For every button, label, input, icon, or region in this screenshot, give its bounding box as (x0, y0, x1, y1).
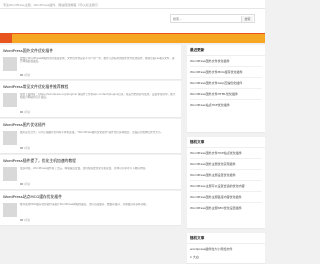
post-item[interactable]: WordPress国外文件优化插件 要想让WordPress网站的访问速度更快，… (0, 45, 181, 80)
post-date: 1周前 (23, 74, 31, 77)
post-date: 1周前 (23, 219, 31, 222)
post-thumbnail[interactable] (3, 57, 17, 71)
main-navigation (0, 33, 265, 43)
divider (187, 243, 265, 244)
post-excerpt: 推荐使用MCG缓存优化插件来提升WordPress网站的速度，支持页面缓存、数据… (20, 203, 149, 206)
sidebar-link[interactable]: WordPress国外主题优化实现插件 (190, 162, 262, 166)
post-thumbnail[interactable] (3, 203, 17, 217)
clock-icon (20, 110, 23, 114)
sidebar-heading: 随机文章 (190, 236, 205, 240)
post-excerpt: 插件下载地址：https://wordpress.org/plugins/ 将插… (20, 93, 176, 100)
post-meta: 1周前 (20, 73, 30, 77)
post-title[interactable]: WordPress常见文件优化插件推荐教程 (3, 84, 68, 90)
sidebar-link[interactable]: WordPress国外文件MCG缓存优化插件 (190, 70, 262, 74)
top-bar: 专注WordPress主题、WordPress插件、网站搭建教程（可以关注我们） (0, 0, 265, 9)
clock-icon (20, 182, 23, 186)
divider (190, 88, 262, 89)
post-meta: 1周前 (20, 218, 30, 222)
sidebar-footer-text: 1 大白 (190, 255, 199, 259)
post-thumbnail[interactable] (3, 167, 17, 181)
divider (187, 147, 265, 148)
sidebar-link[interactable]: WordPress国外文件HCE站点优化插件 (190, 151, 262, 155)
sidebar-link[interactable]: WordPress国外主题设置优化插件 (190, 173, 262, 177)
sidebar-link[interactable]: WordPress国外文件Gzip压缩优化插件 (190, 81, 262, 85)
post-item[interactable]: WordPress常见文件优化插件推荐教程 插件下载地址：https://wor… (0, 81, 181, 118)
post-title[interactable]: WordPress图片优化插件 (3, 122, 46, 128)
post-title[interactable]: WordPress插件提了，优化主机加速的教程 (3, 158, 76, 164)
divider (190, 99, 262, 100)
sidebar-link[interactable]: WordPress站点HCE优化插件 (190, 103, 262, 107)
divider (190, 180, 262, 181)
sidebar-latest: 最近更新 WordPress国外文件优化插件 WordPress国外文件MCG缓… (187, 45, 265, 133)
post-meta: 1周前 (20, 146, 30, 150)
sidebar-link[interactable]: WordPress国外文件HTML优化插件 (190, 92, 262, 96)
divider (190, 169, 262, 170)
post-thumbnail[interactable] (3, 93, 17, 107)
site-tagline: 专注WordPress主题、WordPress插件、网站搭建教程（可以关注我们） (3, 2, 101, 7)
post-title[interactable]: WordPress站点MCG缓存优化插件 (3, 194, 62, 200)
post-excerpt: 要想让WordPress网站的访问速度更快，文件优化也是必不可少的一步，推荐几款… (20, 57, 175, 64)
nav-tab-home[interactable] (0, 34, 12, 43)
post-item[interactable]: WordPress图片优化插件 图片是否过大，可以压缩图片的同时不降低质量。"W… (0, 119, 181, 154)
sidebar-link[interactable]: wordpress插件性大小增加文件 (190, 247, 262, 251)
sidebar-link[interactable]: WordPress国外主题链接内容优化插件 (190, 195, 262, 199)
divider (190, 77, 262, 78)
post-meta: 1周前 (20, 182, 30, 186)
post-excerpt: 图片是否过大，可以压缩图片的同时不降低质量。"WordPress图片优化插件"插… (20, 131, 163, 134)
clock-icon (20, 146, 23, 150)
divider (190, 202, 262, 203)
post-meta: 1周前 (20, 110, 30, 114)
post-list: WordPress国外文件优化插件 要想让WordPress网站的访问速度更快，… (0, 45, 181, 264)
sidebar-heading: 最近更新 (190, 48, 205, 52)
search-box: 搜索 (170, 14, 255, 23)
sidebar-link[interactable]: WordPress主题可以设置合适的优化内容 (190, 184, 262, 188)
post-item[interactable]: WordPress插件提了，优化主机加速的教程 很多时候，WordPress插件… (0, 155, 181, 190)
sidebar-random: 随机文章 WordPress国外文件HCE站点优化插件 WordPress国外主… (187, 137, 265, 229)
sidebar-link[interactable]: WordPress国外主题SEO优化设置插件 (190, 206, 262, 210)
divider (190, 66, 262, 67)
divider (187, 55, 265, 56)
search-button[interactable]: 搜索 (241, 16, 253, 22)
sidebar-tags: 随机文章 wordpress插件性大小增加文件 1 大白 (187, 233, 265, 264)
clock-icon (20, 218, 23, 222)
sidebar-heading: 随机文章 (190, 140, 205, 144)
divider (190, 158, 262, 159)
clock-icon (20, 73, 23, 77)
post-item[interactable]: WordPress站点MCG缓存优化插件 推荐使用MCG缓存优化插件来提升Wor… (0, 191, 181, 226)
divider (190, 191, 262, 192)
search-input[interactable] (173, 16, 238, 22)
sidebar-link[interactable]: WordPress国外文件优化插件 (190, 59, 262, 63)
post-date: 1周前 (23, 147, 31, 150)
post-date: 1周前 (23, 183, 31, 186)
post-title[interactable]: WordPress国外文件优化插件 (3, 48, 53, 54)
post-thumbnail[interactable] (3, 131, 17, 145)
post-excerpt: 很多时候，WordPress插件提了之后，网站速度变慢，这时候需要优化主机配置，… (20, 167, 148, 170)
post-date: 1周前 (23, 111, 31, 114)
